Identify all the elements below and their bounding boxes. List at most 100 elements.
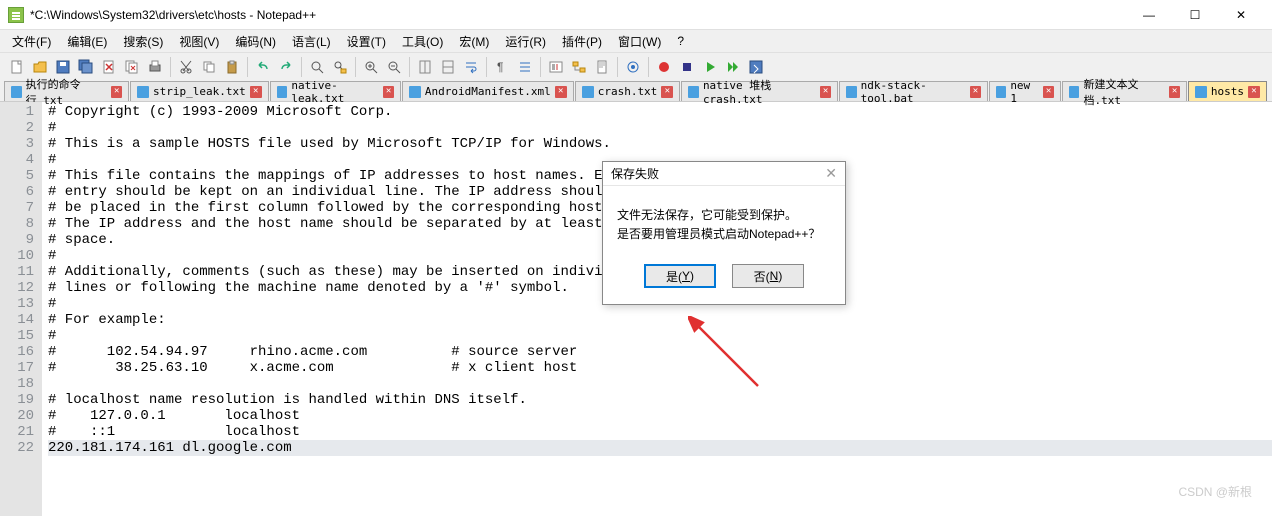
save-failed-dialog: 保存失败 ✕ 文件无法保存，它可能受到保护。 是否要用管理员模式启动Notepa…: [602, 161, 846, 305]
menu-item[interactable]: 窗口(W): [610, 31, 669, 52]
document-tab[interactable]: native-leak.txt✕: [270, 81, 401, 101]
file-icon: [846, 86, 857, 98]
code-line: # localhost name resolution is handled w…: [48, 392, 1272, 408]
document-tab[interactable]: AndroidManifest.xml✕: [402, 81, 574, 101]
close-button[interactable]: ✕: [1218, 0, 1264, 30]
tab-close-icon[interactable]: ✕: [1248, 86, 1260, 98]
paste-icon[interactable]: [221, 56, 243, 78]
dialog-button-row: 是(Y) 否(N): [603, 254, 845, 304]
save-macro-icon[interactable]: [745, 56, 767, 78]
document-tab[interactable]: 新建文本文档.txt✕: [1062, 81, 1187, 101]
menu-item[interactable]: 搜索(S): [115, 31, 171, 52]
window-title: *C:\Windows\System32\drivers\etc\hosts -…: [30, 8, 1126, 22]
maximize-button[interactable]: ☐: [1172, 0, 1218, 30]
close-file-icon[interactable]: [98, 56, 120, 78]
dialog-close-icon[interactable]: ✕: [825, 165, 837, 182]
menubar: 文件(F)编辑(E)搜索(S)视图(V)编码(N)语言(L)设置(T)工具(O)…: [0, 30, 1272, 52]
folder-tree-icon[interactable]: [568, 56, 590, 78]
tab-close-icon[interactable]: ✕: [250, 86, 262, 98]
copy-icon[interactable]: [198, 56, 220, 78]
save-icon[interactable]: [52, 56, 74, 78]
document-tab[interactable]: crash.txt✕: [575, 81, 681, 101]
menu-item[interactable]: ?: [669, 32, 692, 50]
code-line: # This is a sample HOSTS file used by Mi…: [48, 136, 1272, 152]
new-file-icon[interactable]: [6, 56, 28, 78]
indent-guide-icon[interactable]: [514, 56, 536, 78]
code-line: # ::1 localhost: [48, 424, 1272, 440]
menu-item[interactable]: 工具(O): [394, 31, 451, 52]
tab-label: new 1: [1010, 79, 1039, 105]
zoom-in-icon[interactable]: [360, 56, 382, 78]
tab-close-icon[interactable]: ✕: [1043, 86, 1054, 98]
line-number: 11: [0, 264, 34, 280]
line-number: 5: [0, 168, 34, 184]
save-all-icon[interactable]: [75, 56, 97, 78]
document-tab[interactable]: hosts✕: [1188, 81, 1267, 101]
toolbar-separator: [409, 57, 410, 77]
tab-close-icon[interactable]: ✕: [661, 86, 673, 98]
dialog-title-text: 保存失败: [611, 165, 659, 182]
tab-close-icon[interactable]: ✕: [555, 86, 567, 98]
function-list-icon[interactable]: [545, 56, 567, 78]
yes-button[interactable]: 是(Y): [644, 264, 716, 288]
tab-close-icon[interactable]: ✕: [111, 86, 122, 98]
zoom-out-icon[interactable]: [383, 56, 405, 78]
toolbar: ¶: [0, 52, 1272, 80]
line-number: 4: [0, 152, 34, 168]
monitor-icon[interactable]: [622, 56, 644, 78]
tab-close-icon[interactable]: ✕: [970, 86, 981, 98]
doc-map-icon[interactable]: [591, 56, 613, 78]
menu-item[interactable]: 编码(N): [227, 31, 284, 52]
find-icon[interactable]: [306, 56, 328, 78]
close-all-icon[interactable]: [121, 56, 143, 78]
record-macro-icon[interactable]: [653, 56, 675, 78]
sync-h-icon[interactable]: [437, 56, 459, 78]
no-button[interactable]: 否(N): [732, 264, 804, 288]
print-icon[interactable]: [144, 56, 166, 78]
code-line: # For example:: [48, 312, 1272, 328]
sync-v-icon[interactable]: [414, 56, 436, 78]
undo-icon[interactable]: [252, 56, 274, 78]
play-multi-icon[interactable]: [722, 56, 744, 78]
menu-item[interactable]: 文件(F): [4, 31, 59, 52]
line-number: 6: [0, 184, 34, 200]
file-icon: [1195, 86, 1207, 98]
line-number: 3: [0, 136, 34, 152]
redo-icon[interactable]: [275, 56, 297, 78]
minimize-button[interactable]: —: [1126, 0, 1172, 30]
document-tab[interactable]: strip_leak.txt✕: [130, 81, 269, 101]
play-macro-icon[interactable]: [699, 56, 721, 78]
wrap-icon[interactable]: [460, 56, 482, 78]
document-tab[interactable]: native 堆栈crash.txt✕: [681, 81, 838, 101]
toolbar-separator: [540, 57, 541, 77]
file-icon: [137, 86, 149, 98]
file-icon: [582, 86, 594, 98]
menu-item[interactable]: 视图(V): [171, 31, 227, 52]
document-tab[interactable]: new 1✕: [989, 81, 1061, 101]
app-icon: [8, 7, 24, 23]
tab-close-icon[interactable]: ✕: [383, 86, 394, 98]
file-icon: [996, 86, 1007, 98]
tab-close-icon[interactable]: ✕: [820, 86, 831, 98]
menu-item[interactable]: 语言(L): [284, 31, 339, 52]
stop-macro-icon[interactable]: [676, 56, 698, 78]
document-tab[interactable]: 执行的命令行.txt✕: [4, 81, 129, 101]
menu-item[interactable]: 编辑(E): [59, 31, 115, 52]
replace-icon[interactable]: [329, 56, 351, 78]
menu-item[interactable]: 运行(R): [497, 31, 554, 52]
line-number-gutter: 12345678910111213141516171819202122: [0, 102, 42, 516]
titlebar: *C:\Windows\System32\drivers\etc\hosts -…: [0, 0, 1272, 30]
menu-item[interactable]: 插件(P): [554, 31, 610, 52]
line-number: 2: [0, 120, 34, 136]
open-file-icon[interactable]: [29, 56, 51, 78]
menu-item[interactable]: 设置(T): [339, 31, 394, 52]
menu-item[interactable]: 宏(M): [451, 31, 497, 52]
tab-close-icon[interactable]: ✕: [1169, 86, 1180, 98]
show-all-chars-icon[interactable]: ¶: [491, 56, 513, 78]
toolbar-separator: [486, 57, 487, 77]
code-line: #: [48, 328, 1272, 344]
cut-icon[interactable]: [175, 56, 197, 78]
line-number: 20: [0, 408, 34, 424]
toolbar-separator: [617, 57, 618, 77]
document-tab[interactable]: ndk-stack-tool.bat✕: [839, 81, 988, 101]
